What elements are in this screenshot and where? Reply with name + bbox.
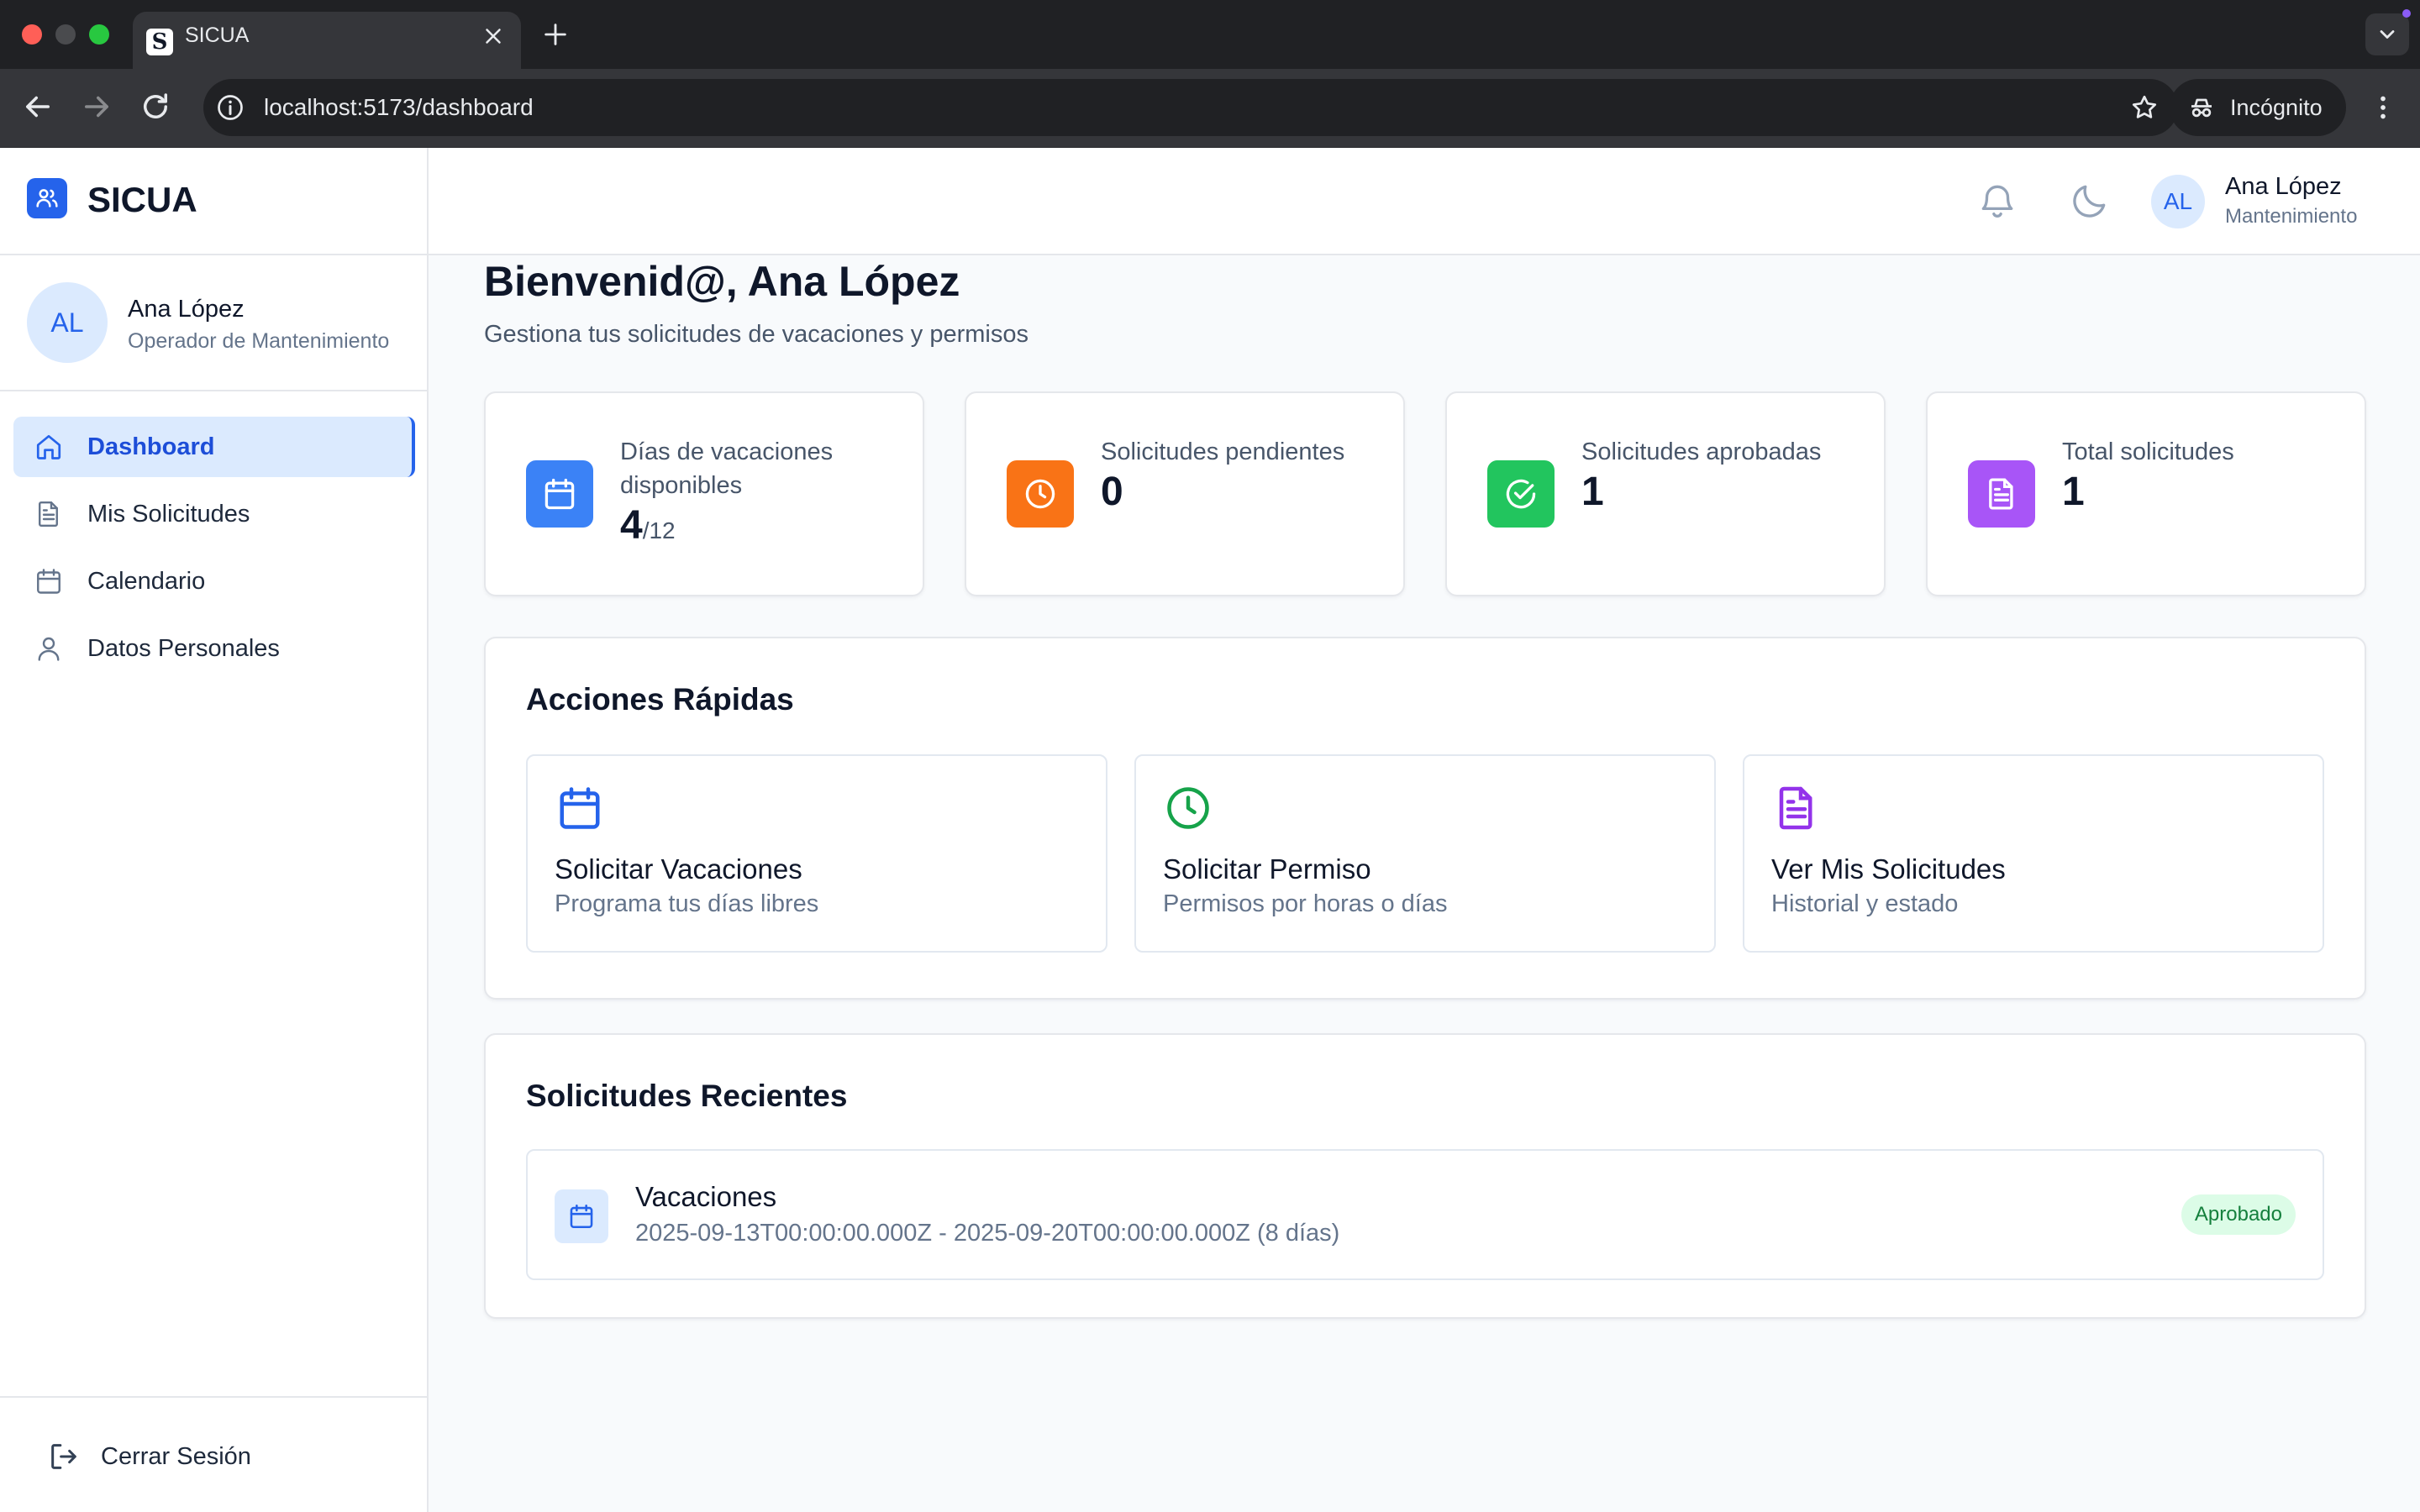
incognito-icon (2191, 98, 2212, 118)
moon-icon[interactable] (2069, 180, 2111, 222)
check-circle-icon (1487, 460, 1555, 528)
action-title: Ver Mis Solicitudes (1771, 853, 2006, 885)
stat-card-total: Total solicitudes 1 (1926, 391, 2366, 596)
recent-requests-panel: Solicitudes Recientes Vacaciones 2025-09… (484, 1033, 2366, 1319)
list-item[interactable]: Vacaciones 2025-09-13T00:00:00.000Z - 20… (526, 1149, 2324, 1280)
logout-label: Cerrar Sesión (101, 1443, 251, 1470)
stat-value: 4/12 (620, 503, 676, 548)
sidebar-item-mis-solicitudes[interactable]: Mis Solicitudes (13, 484, 415, 544)
home-icon (36, 434, 61, 459)
site-info-icon[interactable] (215, 92, 245, 123)
browser-toolbar: localhost:5173/dashboard Incógnito (0, 69, 2420, 148)
logout-button[interactable]: Cerrar Sesión (0, 1396, 427, 1512)
view-requests-button[interactable]: Ver Mis Solicitudes Historial y estado (1743, 754, 2324, 953)
sidebar-item-dashboard[interactable]: Dashboard (13, 417, 415, 477)
sidebar-nav: Dashboard Mis Solicitudes Calendario Dat… (13, 417, 415, 685)
action-title: Solicitar Permiso (1163, 853, 1371, 885)
notification-dot (2402, 9, 2411, 18)
stat-label: Total solicitudes (2062, 438, 2234, 465)
stat-value: 0 (1101, 470, 1123, 514)
avatar[interactable]: AL (2151, 175, 2205, 228)
browser-tab[interactable]: S SICUA (133, 12, 521, 69)
stat-label: Días de vacaciones disponibles (620, 438, 834, 499)
action-description: Permisos por horas o días (1163, 890, 1448, 917)
browser-tab-strip: S SICUA (0, 0, 2420, 69)
sidebar-user-profile: AL Ana López Operador de Mantenimiento (0, 255, 427, 391)
sidebar-item-datos-personales[interactable]: Datos Personales (13, 618, 415, 679)
quick-actions-panel: Acciones Rápidas Solicitar Vacaciones Pr… (484, 637, 2366, 1000)
page-title: Bienvenid@, Ana López (484, 258, 960, 305)
status-badge: Aprobado (2181, 1194, 2296, 1235)
header-user-name: Ana López (2225, 173, 2342, 200)
app-header: AL Ana López Mantenimiento (429, 148, 2420, 255)
calendar-icon (37, 569, 60, 594)
calendar-icon (555, 1189, 608, 1243)
chevron-down-icon (2380, 30, 2395, 39)
close-icon[interactable] (481, 24, 506, 49)
calendar-icon (560, 787, 600, 829)
logout-icon (51, 1444, 76, 1469)
sidebar-item-calendario[interactable]: Calendario (13, 551, 415, 612)
document-icon (1968, 460, 2035, 528)
more-vertical-icon[interactable] (2368, 89, 2398, 126)
page-subtitle: Gestiona tus solicitudes de vacaciones y… (484, 321, 1028, 348)
stat-value: 1 (1581, 470, 1604, 514)
stat-value: 1 (2062, 470, 2085, 514)
stat-suffix: /12 (642, 517, 676, 543)
document-icon (1779, 786, 1812, 830)
request-type: Vacaciones (635, 1181, 777, 1212)
user-icon (38, 637, 60, 661)
stat-card-approved: Solicitudes aprobadas 1 (1445, 391, 1886, 596)
user-name: Ana López (128, 296, 245, 323)
tab-search-button[interactable] (2365, 13, 2409, 55)
brand: SICUA (0, 148, 427, 255)
section-title: Solicitudes Recientes (526, 1079, 848, 1113)
bell-icon[interactable] (1976, 180, 2018, 222)
sidebar: SICUA AL Ana López Operador de Mantenimi… (0, 148, 429, 1512)
incognito-label: Incógnito (2230, 95, 2323, 120)
sidebar-item-label: Datos Personales (87, 634, 280, 662)
back-arrow-icon[interactable] (20, 89, 55, 124)
stat-card-vacation-days: Días de vacaciones disponibles 4/12 (484, 391, 924, 596)
forward-arrow-icon[interactable] (79, 89, 114, 124)
avatar: AL (27, 282, 108, 363)
action-description: Programa tus días libres (555, 890, 819, 917)
reload-icon[interactable] (138, 89, 173, 124)
stat-label: Solicitudes aprobadas (1581, 438, 1822, 465)
clock-icon (1167, 787, 1209, 829)
document-icon (39, 501, 58, 527)
users-icon (27, 178, 67, 218)
action-description: Historial y estado (1771, 890, 1959, 917)
clock-icon (1007, 460, 1074, 528)
stat-label: Solicitudes pendientes (1101, 438, 1345, 465)
user-role: Operador de Mantenimiento (128, 329, 390, 353)
request-permission-button[interactable]: Solicitar Permiso Permisos por horas o d… (1134, 754, 1716, 953)
sidebar-item-label: Dashboard (87, 433, 215, 460)
action-title: Solicitar Vacaciones (555, 853, 802, 885)
sidebar-item-label: Calendario (87, 567, 206, 595)
window-close-button[interactable] (22, 24, 42, 45)
request-vacation-button[interactable]: Solicitar Vacaciones Programa tus días l… (526, 754, 1107, 953)
section-title: Acciones Rápidas (526, 682, 794, 717)
tab-title: SICUA (185, 24, 250, 47)
address-bar[interactable]: localhost:5173/dashboard (203, 79, 2178, 136)
window-maximize-button[interactable] (89, 24, 109, 45)
calendar-icon (526, 460, 593, 528)
url-text[interactable]: localhost:5173/dashboard (264, 79, 534, 136)
header-user-role: Mantenimiento (2225, 205, 2358, 228)
sidebar-item-label: Mis Solicitudes (87, 500, 250, 528)
new-tab-icon[interactable] (541, 20, 570, 49)
bookmark-star-icon[interactable] (2129, 92, 2160, 123)
window-minimize-button[interactable] (55, 24, 76, 45)
request-dates: 2025-09-13T00:00:00.000Z - 2025-09-20T00… (635, 1220, 1340, 1247)
favicon-icon: S (146, 29, 173, 55)
incognito-indicator[interactable]: Incógnito (2170, 79, 2346, 136)
stat-card-pending: Solicitudes pendientes 0 (965, 391, 1405, 596)
app-name: SICUA (87, 180, 197, 219)
